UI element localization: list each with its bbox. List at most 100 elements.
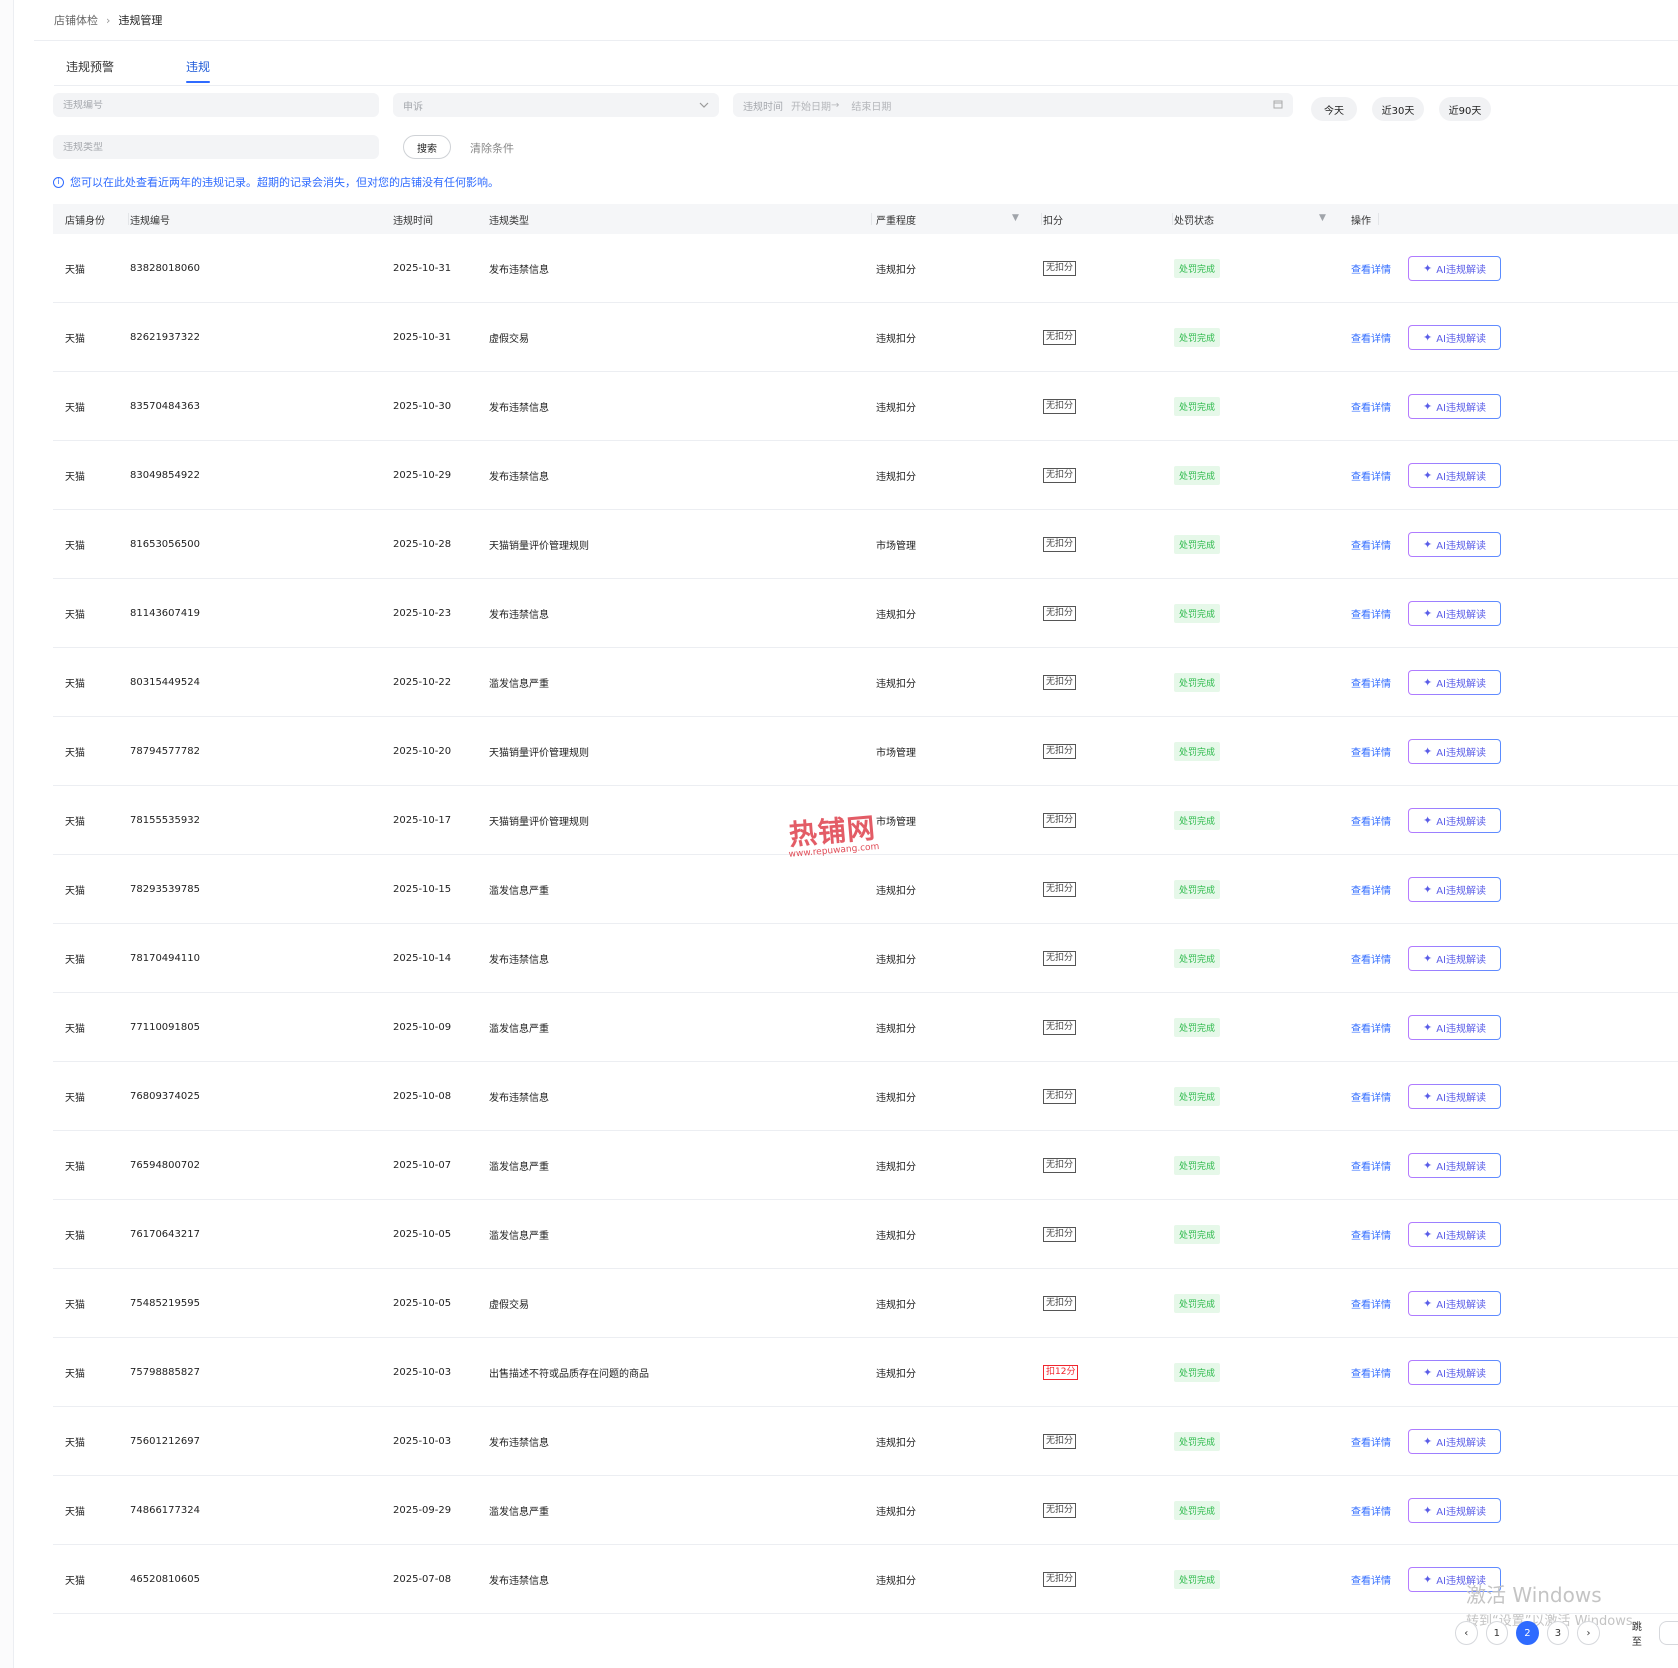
cell-violation-time: 2025-09-29 bbox=[393, 1504, 452, 1516]
cell-violation-id: 75485219595 bbox=[130, 1297, 200, 1309]
violation-type-filter[interactable] bbox=[53, 135, 379, 159]
ai-interpret-button[interactable]: ✦ AI违规解读 bbox=[1408, 1153, 1501, 1178]
violation-id-filter[interactable] bbox=[53, 93, 379, 117]
tab-violation-warning[interactable]: 违规预警 bbox=[66, 58, 114, 83]
cell-status: 处罚完成 bbox=[1174, 786, 1221, 854]
view-detail-link[interactable]: 查看详情 bbox=[1351, 1434, 1391, 1449]
view-detail-link[interactable]: 查看详情 bbox=[1351, 606, 1391, 621]
sparkle-icon: ✦ bbox=[1422, 1158, 1433, 1172]
header-actions: 操作 bbox=[1351, 215, 1371, 227]
deduction-badge: 无扣分 bbox=[1043, 1502, 1077, 1518]
ai-interpret-button[interactable]: ✦ AI违规解读 bbox=[1408, 1429, 1501, 1454]
ai-interpret-button[interactable]: ✦ AI违规解读 bbox=[1408, 1222, 1501, 1247]
tab-violation[interactable]: 违规 bbox=[186, 58, 211, 83]
ai-interpret-button[interactable]: ✦ AI违规解读 bbox=[1408, 877, 1501, 902]
clear-filters-button[interactable]: 清除条件 bbox=[470, 140, 514, 156]
quick-range-30-days-button[interactable]: 近30天 bbox=[1372, 97, 1424, 121]
view-detail-link[interactable]: 查看详情 bbox=[1351, 537, 1391, 552]
ai-interpret-button[interactable]: ✦ AI违规解读 bbox=[1408, 325, 1501, 350]
cell-violation-id: 74866177324 bbox=[130, 1504, 200, 1516]
table-row: 天猫 78293539785 2025-10-15 滥发信息严重 违规扣分 无扣分 处罚完成… bbox=[53, 855, 1678, 924]
end-date-input[interactable]: 结束日期 bbox=[851, 98, 1273, 113]
prev-page-button[interactable]: ‹ bbox=[1455, 1621, 1478, 1645]
view-detail-link[interactable]: 查看详情 bbox=[1351, 1089, 1391, 1104]
view-detail-link[interactable]: 查看详情 bbox=[1351, 399, 1391, 414]
view-detail-link[interactable]: 查看详情 bbox=[1351, 261, 1391, 276]
breadcrumb-parent[interactable]: 店铺体检 bbox=[54, 12, 98, 28]
breadcrumb-current: 违规管理 bbox=[118, 14, 163, 27]
cell-detail: 查看详情 bbox=[1351, 1407, 1391, 1475]
cell-shop-identity: 天猫 bbox=[65, 1230, 85, 1242]
sparkle-icon: ✦ bbox=[1422, 1365, 1433, 1379]
cell-status: 处罚完成 bbox=[1174, 372, 1221, 440]
cell-ai: ✦ AI违规解读 bbox=[1408, 441, 1501, 509]
cell-detail: 查看详情 bbox=[1351, 579, 1391, 647]
status-badge: 处罚完成 bbox=[1174, 741, 1221, 761]
view-detail-link[interactable]: 查看详情 bbox=[1351, 813, 1391, 828]
search-button[interactable]: 搜索 bbox=[403, 135, 451, 159]
ai-interpret-button[interactable]: ✦ AI违规解读 bbox=[1408, 463, 1501, 488]
ai-interpret-button[interactable]: ✦ AI违规解读 bbox=[1408, 256, 1501, 281]
site-watermark: 热铺网 www.repuwang.com bbox=[785, 806, 880, 860]
status-badge: 处罚完成 bbox=[1174, 1017, 1221, 1037]
view-detail-link[interactable]: 查看详情 bbox=[1351, 1503, 1391, 1518]
view-detail-link[interactable]: 查看详情 bbox=[1351, 1020, 1391, 1035]
ai-interpret-button[interactable]: ✦ AI违规解读 bbox=[1408, 1498, 1501, 1523]
date-range-picker[interactable]: 违规时间 开始日期 → 结束日期 bbox=[733, 93, 1293, 117]
quick-range-90-days-button[interactable]: 近90天 bbox=[1439, 97, 1491, 121]
violation-type-input[interactable] bbox=[63, 141, 369, 153]
cell-status: 处罚完成 bbox=[1174, 1407, 1221, 1475]
cell-violation-type: 发布违禁信息 bbox=[489, 609, 549, 621]
page-button-1[interactable]: 1 bbox=[1485, 1621, 1509, 1645]
view-detail-link[interactable]: 查看详情 bbox=[1351, 1158, 1391, 1173]
view-detail-link[interactable]: 查看详情 bbox=[1351, 1296, 1391, 1311]
cell-ai: ✦ AI违规解读 bbox=[1408, 855, 1501, 923]
ai-interpret-button[interactable]: ✦ AI违规解读 bbox=[1408, 1084, 1501, 1109]
view-detail-link[interactable]: 查看详情 bbox=[1351, 882, 1391, 897]
cell-violation-id: 78155535932 bbox=[130, 814, 200, 826]
view-detail-link[interactable]: 查看详情 bbox=[1351, 468, 1391, 483]
view-detail-link[interactable]: 查看详情 bbox=[1351, 744, 1391, 759]
view-detail-link[interactable]: 查看详情 bbox=[1351, 951, 1391, 966]
cell-severity: 违规扣分 bbox=[876, 609, 916, 621]
view-detail-link[interactable]: 查看详情 bbox=[1351, 330, 1391, 345]
cell-violation-id: 76594800702 bbox=[130, 1159, 200, 1171]
jump-to-page-input[interactable] bbox=[1658, 1621, 1678, 1645]
ai-interpret-button[interactable]: ✦ AI违规解读 bbox=[1408, 946, 1501, 971]
cell-ai: ✦ AI违规解读 bbox=[1408, 234, 1501, 302]
cell-deduction: 无扣分 bbox=[1043, 303, 1077, 371]
quick-range-today-button[interactable]: 今天 bbox=[1311, 97, 1357, 121]
start-date-input[interactable]: 开始日期 bbox=[791, 98, 831, 113]
view-detail-link[interactable]: 查看详情 bbox=[1351, 1365, 1391, 1380]
ai-interpret-button[interactable]: ✦ AI违规解读 bbox=[1408, 601, 1501, 626]
ai-interpret-button[interactable]: ✦ AI违规解读 bbox=[1408, 1291, 1501, 1316]
cell-deduction: 无扣分 bbox=[1043, 786, 1077, 854]
ai-interpret-button[interactable]: ✦ AI违规解读 bbox=[1408, 1360, 1501, 1385]
page-button-3[interactable]: 3 bbox=[1546, 1621, 1570, 1645]
deduction-badge: 无扣分 bbox=[1043, 1226, 1077, 1242]
next-page-button[interactable]: › bbox=[1577, 1621, 1600, 1645]
severity-filter-icon[interactable]: ▼ bbox=[1012, 213, 1019, 223]
violation-id-input[interactable] bbox=[63, 99, 369, 111]
cell-violation-id: 81143607419 bbox=[130, 607, 200, 619]
status-filter-icon[interactable]: ▼ bbox=[1319, 213, 1326, 223]
pagination: ‹ 1 2 3 › 跳至 bbox=[1455, 1618, 1678, 1648]
cell-shop-identity: 天猫 bbox=[65, 1023, 85, 1035]
appeal-select[interactable]: 申诉 bbox=[393, 93, 719, 117]
view-detail-link[interactable]: 查看详情 bbox=[1351, 1227, 1391, 1242]
cell-deduction: 无扣分 bbox=[1043, 648, 1077, 716]
ai-interpret-button[interactable]: ✦ AI违规解读 bbox=[1408, 394, 1501, 419]
breadcrumb: 店铺体检 › 违规管理 bbox=[54, 12, 162, 28]
ai-interpret-button[interactable]: ✦ AI违规解读 bbox=[1408, 1015, 1501, 1040]
ai-interpret-button[interactable]: ✦ AI违规解读 bbox=[1408, 808, 1501, 833]
cell-detail: 查看详情 bbox=[1351, 1545, 1391, 1613]
ai-interpret-button[interactable]: ✦ AI违规解读 bbox=[1408, 739, 1501, 764]
view-detail-link[interactable]: 查看详情 bbox=[1351, 675, 1391, 690]
ai-interpret-button[interactable]: ✦ AI违规解读 bbox=[1408, 532, 1501, 557]
ai-interpret-button[interactable]: ✦ AI违规解读 bbox=[1408, 670, 1501, 695]
page-button-2[interactable]: 2 bbox=[1516, 1621, 1539, 1645]
cell-status: 处罚完成 bbox=[1174, 1338, 1221, 1406]
view-detail-link[interactable]: 查看详情 bbox=[1351, 1572, 1391, 1587]
cell-ai: ✦ AI违规解读 bbox=[1408, 786, 1501, 854]
cell-deduction: 无扣分 bbox=[1043, 1476, 1077, 1544]
